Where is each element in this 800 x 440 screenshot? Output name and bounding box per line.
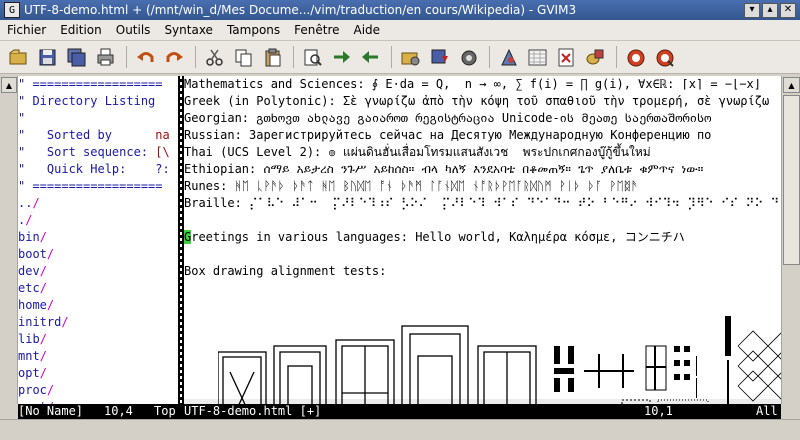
directory-entry[interactable]: ../	[18, 195, 178, 212]
maximize-button[interactable]: ▴	[762, 2, 778, 18]
menu-outils[interactable]: Outils	[109, 23, 158, 37]
window-title: UTF-8-demo.html + (/mnt/win_d/Mes Docume…	[24, 3, 577, 17]
directory-entry[interactable]: ./	[18, 212, 178, 229]
scroll-up-arrow-icon[interactable]: ▲	[1, 77, 17, 93]
find-replace-icon[interactable]	[300, 45, 324, 69]
document-line: Georgian: გთხოვთ ახლავე გაიაროთ რეგისტრა…	[184, 111, 712, 125]
make-tags-icon[interactable]	[554, 45, 578, 69]
undo-icon[interactable]	[133, 45, 157, 69]
toolbar-separator	[126, 46, 127, 68]
left-status-percent: Top	[154, 404, 176, 418]
minimize-button[interactable]: ▾	[744, 2, 760, 18]
left-scrollbar[interactable]: ▲	[0, 76, 18, 404]
open-folder-icon[interactable]	[6, 45, 30, 69]
toolbar-separator	[293, 46, 294, 68]
load-session-icon[interactable]	[398, 45, 422, 69]
explorer-header-line: " ==================	[18, 179, 163, 193]
document-line: Greetings in various languages: Hello wo…	[184, 230, 685, 244]
toolbar-separator	[195, 46, 196, 68]
directory-entry[interactable]: mnt/	[18, 348, 178, 365]
copy-icon[interactable]	[231, 45, 255, 69]
document-line: Mathematics and Sciences: ∮ E⋅da = Q, n …	[184, 77, 761, 91]
toolbar-separator	[616, 46, 617, 68]
explorer-header-line: " Sorted by na	[18, 128, 170, 142]
directory-entry[interactable]: initrd/	[18, 314, 178, 331]
left-status-name: [No Name]	[18, 404, 84, 418]
file-explorer-pane[interactable]: " ================== " Directory Listing "…	[18, 76, 178, 404]
directory-entry[interactable]: boot/	[18, 246, 178, 263]
directory-entry[interactable]: home/	[18, 297, 178, 314]
document-line: Braille: ⡌⠁⠧⠑ ⠼⠁⠒ ⡍⠜⠇⠑⠹⠰⠎ ⡣⠕⠌ ⡍⠜⠇⠑⠹ ⠺⠁⠎ …	[184, 196, 781, 210]
document-line: Box drawing alignment tests:	[184, 264, 387, 278]
document-line: Runes: ᚻᛖ ᚳᚹᚫᚦ ᚦᚫᛏ ᚻᛖ ᛒᚢᛞᛖ ᚩᚾ ᚦᚫᛗ ᛚᚪᚾᛞᛖ …	[184, 179, 639, 193]
scrollbar-thumb[interactable]	[783, 95, 800, 265]
status-line: [No Name] 10,4 Top UTF-8-demo.html [+] 1…	[18, 404, 781, 419]
toolbar-separator	[489, 46, 490, 68]
make-icon[interactable]	[496, 45, 520, 69]
editor-area[interactable]: " ================== " Directory Listing "…	[18, 76, 781, 404]
explorer-header-line: " Sort sequence: [\	[18, 145, 170, 159]
explorer-header-line: " Directory Listing	[18, 94, 156, 108]
document-line: Ethiopian: ሰማይ አይታረስ ንጉሥ አይከሰስ። ብላ ካለኝ እ…	[184, 162, 704, 176]
menu-fenetre[interactable]: Fenêtre	[287, 23, 346, 37]
explorer-header-line: " ==================	[18, 77, 163, 91]
command-line[interactable]	[0, 419, 800, 440]
run-script-icon[interactable]	[456, 45, 480, 69]
directory-entry[interactable]: etc/	[18, 280, 178, 297]
cut-icon[interactable]	[202, 45, 226, 69]
document-line: Thai (UCS Level 2): ๏ แผ่นดินฮั่นเสื่อมโ…	[184, 145, 651, 159]
find-next-icon[interactable]	[329, 45, 353, 69]
document-line: Greek (in Polytonic): Σὲ γνωρίζω ἀπὸ τὴν…	[184, 94, 770, 108]
directory-entry[interactable]: dev/	[18, 263, 178, 280]
vertical-scrollbar[interactable]: ▲	[781, 76, 800, 404]
menu-bar: Fichier Edition Outils Syntaxe Tampons Fenêtr…	[0, 20, 800, 41]
explorer-header-line: " Quick Help: ?:	[18, 162, 170, 176]
directory-entry[interactable]: lib/	[18, 331, 178, 348]
window-titlebar[interactable]: G UTF-8-demo.html + (/mnt/win_d/Mes Docu…	[0, 0, 800, 20]
toolbar	[0, 41, 800, 74]
explorer-header-line: "	[18, 111, 26, 125]
close-button[interactable]: ✕	[780, 2, 796, 18]
menu-tampons[interactable]: Tampons	[220, 23, 287, 37]
box-drawing-art	[218, 316, 781, 404]
document-line: Russian: Зарегистрируйтесь сейчас на Дес…	[184, 128, 712, 142]
menu-syntaxe[interactable]: Syntaxe	[157, 23, 220, 37]
help-icon[interactable]	[623, 45, 647, 69]
menu-fichier[interactable]: Fichier	[0, 23, 53, 37]
redo-icon[interactable]	[162, 45, 186, 69]
right-status-position: 10,1	[644, 404, 673, 418]
shell-icon[interactable]	[525, 45, 549, 69]
directory-entry[interactable]: bin/	[18, 229, 178, 246]
menu-edition[interactable]: Edition	[53, 23, 109, 37]
directory-entry[interactable]: opt/	[18, 365, 178, 382]
toolbar-separator	[391, 46, 392, 68]
save-session-icon[interactable]	[427, 45, 451, 69]
paste-icon[interactable]	[260, 45, 284, 69]
save-all-icon[interactable]	[64, 45, 88, 69]
scroll-up-arrow-icon[interactable]: ▲	[783, 77, 800, 93]
right-status-name: UTF-8-demo.html [+]	[184, 404, 322, 418]
directory-entry[interactable]: proc/	[18, 382, 178, 399]
menu-aide[interactable]: Aide	[347, 23, 388, 37]
jump-tag-icon[interactable]	[583, 45, 607, 69]
save-icon[interactable]	[35, 45, 59, 69]
gvim-app-icon[interactable]: G	[4, 2, 20, 18]
print-icon[interactable]	[93, 45, 117, 69]
right-status-percent: All	[756, 404, 778, 418]
left-status-position: 10,4	[104, 404, 133, 418]
find-help-icon[interactable]	[652, 45, 676, 69]
find-prev-icon[interactable]	[358, 45, 382, 69]
